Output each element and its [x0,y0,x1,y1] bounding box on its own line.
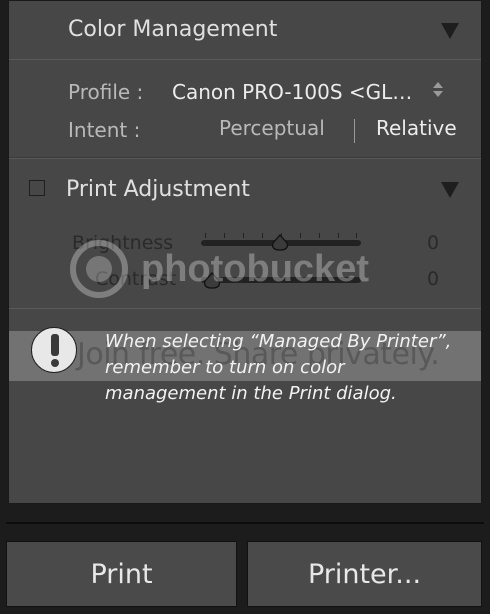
print-button[interactable]: Print [6,541,237,607]
contrast-slider-thumb[interactable] [202,272,222,289]
contrast-value: 0 [427,268,440,290]
divider [9,308,481,309]
intent-label: Intent : [68,118,141,142]
bottom-divider [6,522,484,524]
contrast-slider-track[interactable] [201,277,361,283]
color-management-header[interactable]: Color Management [9,1,481,59]
print-adjustment-title[interactable]: Print Adjustment [66,177,250,202]
collapse-triangle-icon[interactable] [441,182,459,198]
collapse-triangle-icon[interactable] [441,23,459,39]
up-down-arrows-icon[interactable] [433,81,443,99]
warning-icon [31,327,77,373]
intent-relative-option[interactable]: Relative [376,116,457,140]
color-management-title: Color Management [68,17,278,42]
brightness-label: Brightness [72,232,174,254]
intent-perceptual-option[interactable]: Perceptual [219,116,325,140]
brightness-slider-thumb[interactable] [270,234,290,251]
brightness-value: 0 [427,232,440,254]
profile-label: Profile : [68,80,144,104]
print-adjustment-checkbox[interactable] [29,180,45,196]
divider [9,59,481,60]
contrast-label: Contrast [95,268,177,290]
profile-select[interactable]: Canon PRO-100S <GL… [172,80,412,104]
print-settings-panel: Color Management Profile : Canon PRO-100… [8,0,482,504]
printer-button[interactable]: Printer... [247,541,482,607]
intent-separator [354,119,355,143]
divider [9,158,481,159]
notice-text: When selecting “Managed By Printer”, rem… [105,331,452,404]
